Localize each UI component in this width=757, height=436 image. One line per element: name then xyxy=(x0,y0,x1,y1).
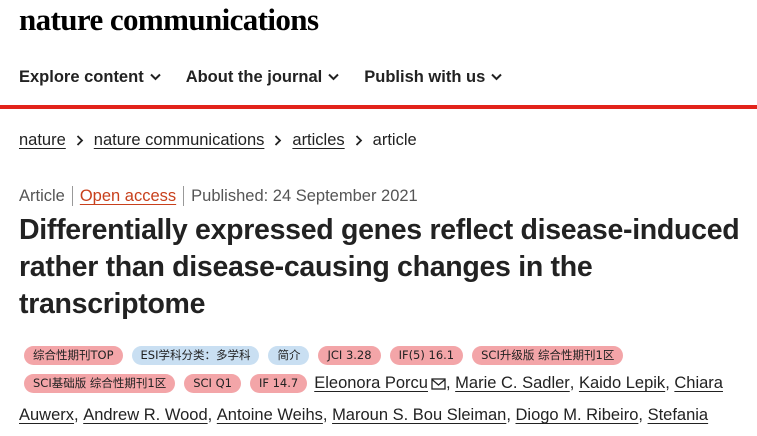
main-nav: Explore content About the journal Publis… xyxy=(0,58,757,96)
accent-bar xyxy=(0,105,757,109)
author-separator: , xyxy=(74,406,84,424)
nav-publish-with-us-label: Publish with us xyxy=(364,67,486,86)
author-link[interactable]: Marie C. Sadler xyxy=(455,374,570,393)
author-separator: , xyxy=(638,406,648,424)
tag-sci-basic[interactable]: SCI基础版 综合性期刊1区 xyxy=(24,374,176,393)
nav-about-journal[interactable]: About the journal xyxy=(186,68,340,87)
nav-explore-content-label: Explore content xyxy=(19,67,144,86)
author-list-line1: Eleonora Porcu , Marie C. Sadler , Kaido… xyxy=(314,374,723,393)
breadcrumb-nature[interactable]: nature xyxy=(19,128,66,152)
tag-esi-category[interactable]: ESI学科分类：多学科 xyxy=(131,346,260,365)
tag-sci-q1[interactable]: SCI Q1 xyxy=(184,374,241,393)
mail-icon[interactable] xyxy=(431,377,446,390)
chevron-right-icon xyxy=(76,134,84,146)
author-link[interactable]: Maroun S. Bou Sleiman xyxy=(332,406,506,425)
chevron-right-icon xyxy=(355,134,363,146)
open-access-link[interactable]: Open access xyxy=(80,184,176,208)
tag-row: 综合性期刊TOP ESI学科分类：多学科 简介 JCI 3.28 IF(5) 1… xyxy=(24,346,624,365)
author-link[interactable]: Kaido Lepik xyxy=(579,374,665,393)
chevron-down-icon xyxy=(491,73,502,81)
breadcrumb-articles[interactable]: articles xyxy=(292,128,344,152)
tag-if[interactable]: IF 14.7 xyxy=(249,374,308,393)
author-link[interactable]: Auwerx xyxy=(19,406,74,425)
author-separator: , xyxy=(445,374,456,392)
meta-divider xyxy=(183,186,185,206)
tag-if5[interactable]: IF(5) 16.1 xyxy=(389,346,464,365)
author-separator: , xyxy=(207,406,217,424)
article-meta: Article Open access Published: 24 Septem… xyxy=(19,184,418,208)
author-separator: , xyxy=(322,406,333,424)
author-separator: , xyxy=(569,374,579,392)
article-title: Differentially expressed genes reflect d… xyxy=(19,214,740,320)
nav-about-journal-label: About the journal xyxy=(185,67,323,86)
tag-author-row: SCI基础版 综合性期刊1区 SCI Q1 IF 14.7 Eleonora P… xyxy=(24,374,723,393)
tag-sci-upgrade[interactable]: SCI升级版 综合性期刊1区 xyxy=(472,346,624,365)
journal-logo[interactable]: nature communications xyxy=(19,2,319,38)
article-type: Article xyxy=(19,187,65,205)
breadcrumb: nature nature communications articles ar… xyxy=(19,128,417,152)
author-separator: , xyxy=(506,406,516,424)
breadcrumb-current: article xyxy=(372,131,417,149)
tag-comprehensive-top[interactable]: 综合性期刊TOP xyxy=(24,346,123,365)
chevron-down-icon xyxy=(149,73,161,81)
nav-explore-content[interactable]: Explore content xyxy=(19,68,161,87)
tag-intro[interactable]: 简介 xyxy=(268,346,310,365)
published-date: Published: 24 September 2021 xyxy=(191,187,418,205)
author-link[interactable]: Andrew R. Wood xyxy=(83,406,207,425)
nav-publish-with-us[interactable]: Publish with us xyxy=(364,68,502,87)
breadcrumb-nature-communications[interactable]: nature communications xyxy=(94,128,265,152)
chevron-down-icon xyxy=(328,73,339,81)
tag-jci[interactable]: JCI 3.28 xyxy=(318,346,381,365)
author-link[interactable]: Diogo M. Ribeiro xyxy=(516,406,639,425)
author-link[interactable]: Stefania xyxy=(648,406,709,425)
author-link[interactable]: Eleonora Porcu xyxy=(314,374,428,393)
author-separator: , xyxy=(665,374,675,392)
meta-divider xyxy=(71,186,73,206)
author-list-line2: Auwerx , Andrew R. Wood , Antoine Weihs … xyxy=(19,406,708,425)
author-link[interactable]: Antoine Weihs xyxy=(217,406,323,425)
author-link[interactable]: Chiara xyxy=(674,374,723,393)
chevron-right-icon xyxy=(274,134,282,146)
